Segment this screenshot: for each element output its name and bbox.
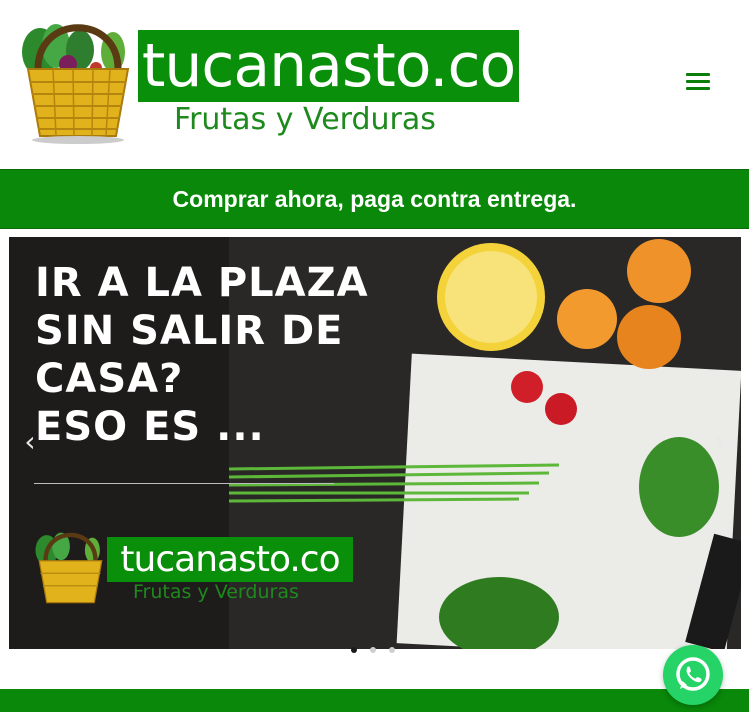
brand-name-box: tucanasto.co bbox=[138, 30, 519, 102]
slider-pagination bbox=[351, 647, 401, 655]
slide-brand-box: tucanasto.co bbox=[107, 537, 353, 582]
promo-banner: Comprar ahora, paga contra entrega. bbox=[0, 169, 749, 229]
site-logo[interactable]: tucanasto.co Frutas y Verduras bbox=[18, 14, 523, 144]
basket-logo-icon bbox=[22, 24, 130, 144]
promo-text: Comprar ahora, paga contra entrega. bbox=[172, 186, 577, 212]
slide-divider bbox=[34, 483, 334, 484]
slider-prev-icon[interactable]: ‹ bbox=[19, 427, 41, 457]
slide-brand-name: tucanasto.co bbox=[120, 539, 340, 580]
slider-dot[interactable] bbox=[351, 647, 357, 653]
hero-slider[interactable]: IR A LA PLAZA SIN SALIR DE CASA? ESO ES … bbox=[9, 237, 741, 649]
brand-name: tucanasto.co bbox=[141, 31, 516, 101]
hamburger-menu-icon[interactable] bbox=[684, 70, 712, 94]
slider-dot[interactable] bbox=[370, 647, 376, 653]
footer-green-bar bbox=[0, 689, 749, 712]
whatsapp-icon bbox=[676, 657, 710, 691]
whatsapp-button[interactable] bbox=[663, 645, 723, 705]
site-header: tucanasto.co Frutas y Verduras bbox=[0, 0, 749, 168]
slider-dot[interactable] bbox=[389, 647, 395, 653]
brand-tagline: Frutas y Verduras bbox=[174, 102, 436, 137]
slide-title: IR A LA PLAZA SIN SALIR DE CASA? ESO ES … bbox=[35, 260, 369, 450]
basket-logo-icon bbox=[35, 532, 103, 604]
slider-next-icon[interactable]: › bbox=[709, 427, 731, 457]
slide-logo: tucanasto.co Frutas y Verduras bbox=[33, 525, 363, 609]
slide-brand-tagline: Frutas y Verduras bbox=[133, 581, 299, 603]
